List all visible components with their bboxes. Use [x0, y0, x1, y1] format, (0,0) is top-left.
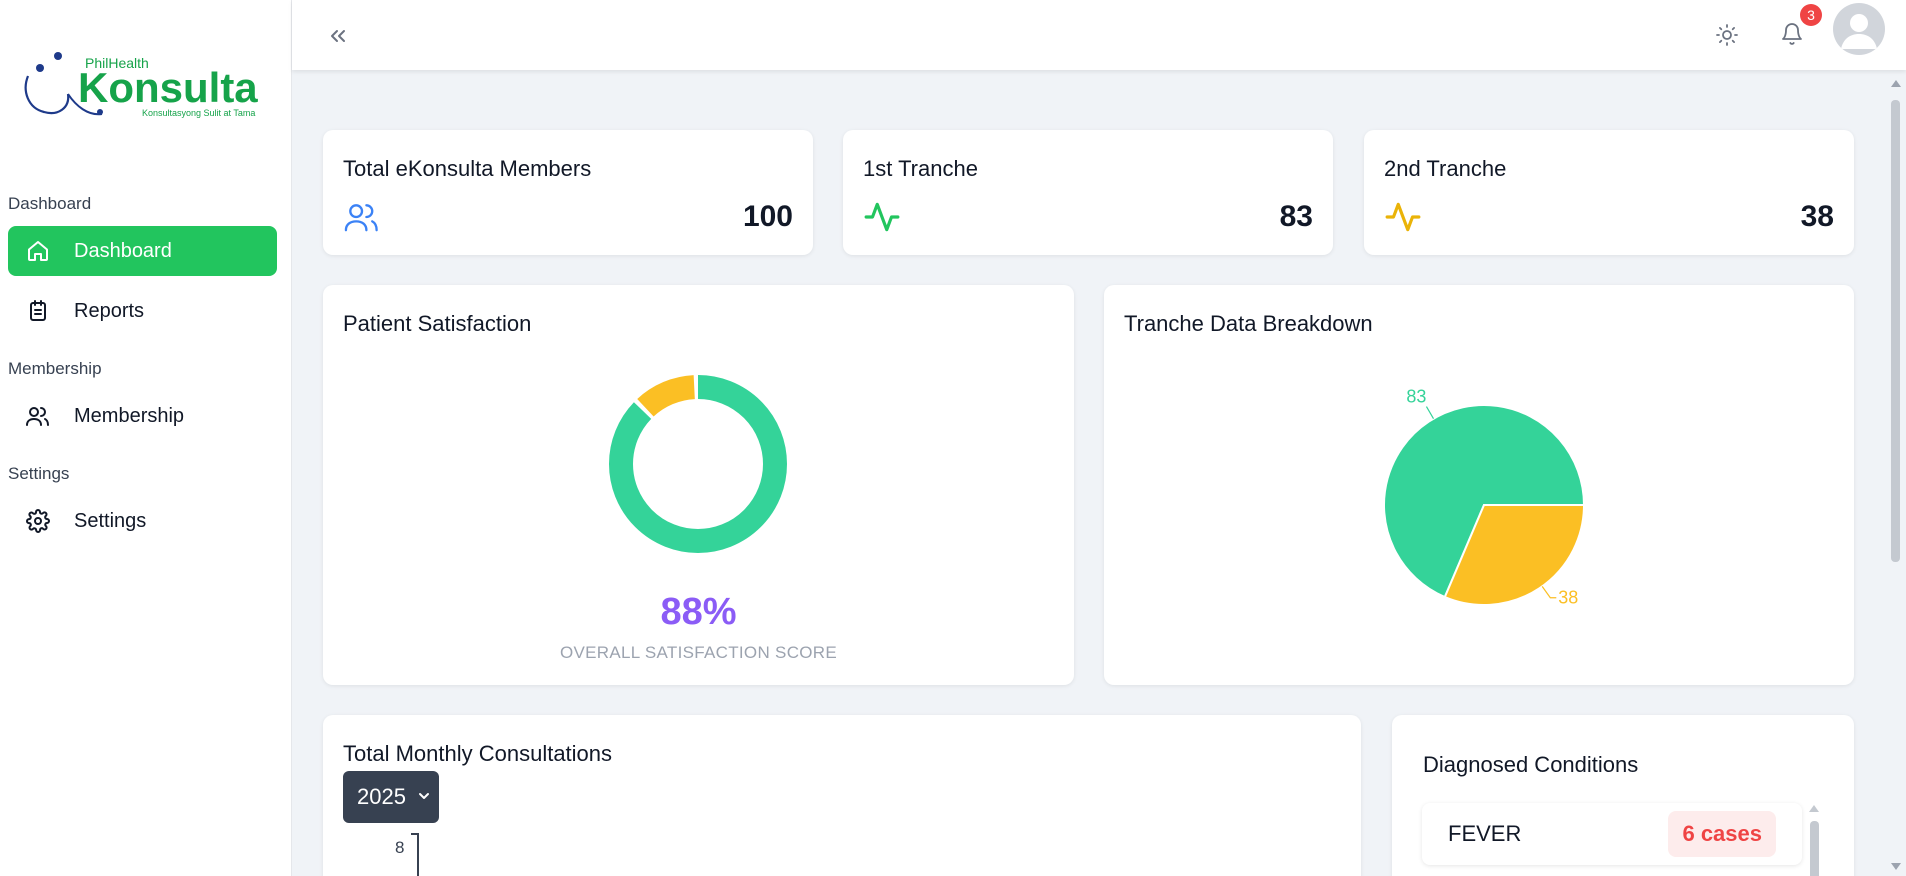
- tranche-breakdown-card: Tranche Data Breakdown 83 38: [1104, 285, 1854, 685]
- stat-title: Total eKonsulta Members: [343, 156, 592, 181]
- satisfaction-score-label: OVERALL SATISFACTION SCORE: [559, 643, 838, 662]
- card-title: Patient Satisfaction: [343, 311, 532, 336]
- sidebar-item-membership[interactable]: Membership: [8, 391, 277, 441]
- activity-icon: [1385, 202, 1421, 232]
- donut-slice-satisfied: [609, 375, 787, 553]
- stat-value: 38: [1800, 200, 1834, 233]
- stat-card-2nd-tranche: 2nd Tranche 38: [1364, 130, 1854, 255]
- logo-tagline-text: Konsultasyong Sulit at Tama: [142, 108, 255, 118]
- pie-data-label: 83: [1406, 387, 1426, 407]
- section-label-dashboard: Dashboard: [8, 194, 92, 213]
- sidebar-item-reports[interactable]: Reports: [8, 286, 277, 336]
- y-axis-tick-mark: [411, 833, 419, 835]
- pie-label-leader: [1425, 406, 1435, 419]
- conditions-scrollbar[interactable]: [1808, 803, 1820, 876]
- condition-item[interactable]: FEVER 6 cases: [1422, 803, 1802, 865]
- collapse-sidebar-button[interactable]: [322, 20, 354, 52]
- top-bar: 3: [292, 0, 1906, 70]
- condition-cases-badge: 6 cases: [1668, 811, 1776, 857]
- logo-graphic: PhilHealth Konsulta Konsultasyong Sulit …: [24, 52, 258, 118]
- user-avatar[interactable]: [1833, 3, 1885, 55]
- philhealth-konsulta-logo: PhilHealth Konsulta Konsultasyong Sulit …: [18, 46, 268, 126]
- logo-name-text: Konsulta: [78, 64, 258, 111]
- sidebar-item-label: Membership: [74, 404, 185, 427]
- section-label-membership: Membership: [8, 359, 102, 378]
- tranche-pie-chart: 83 38: [1383, 387, 1586, 608]
- double-chevron-left-icon: [331, 30, 345, 42]
- sidebar-item-settings[interactable]: Settings: [8, 496, 277, 546]
- scroll-up-arrow-icon: [1809, 805, 1819, 812]
- theme-toggle-button[interactable]: [1710, 18, 1744, 52]
- y-axis-line: [417, 833, 419, 876]
- home-icon: [24, 237, 52, 265]
- monthly-consultations-card: Total Monthly Consultations 2025 8: [323, 715, 1361, 876]
- clipboard-icon: [24, 297, 52, 325]
- sun-icon: [1716, 24, 1738, 46]
- card-title: Diagnosed Conditions: [1423, 752, 1639, 777]
- gear-icon: [24, 507, 52, 535]
- year-select-value: 2025: [357, 784, 406, 809]
- satisfaction-donut-chart: [609, 375, 787, 553]
- condition-name: FEVER: [1448, 821, 1522, 846]
- stat-card-total-members: Total eKonsulta Members 100: [323, 130, 813, 255]
- sidebar-item-label: Reports: [74, 299, 145, 322]
- chevron-down-icon: [419, 793, 429, 799]
- sidebar-item-dashboard[interactable]: Dashboard: [8, 226, 277, 276]
- pie-label-leader: [1541, 585, 1557, 599]
- sidebar-item-label: Dashboard: [74, 239, 172, 262]
- section-label-settings: Settings: [8, 464, 70, 483]
- conditions-scrollbar-thumb[interactable]: [1810, 821, 1819, 876]
- users-icon: [24, 402, 52, 430]
- person-icon: [1841, 14, 1877, 49]
- y-axis-tick: 8: [395, 838, 405, 857]
- pie-data-label: 38: [1558, 588, 1578, 608]
- bell-icon: [1782, 23, 1802, 45]
- users-icon: [344, 204, 378, 232]
- patient-satisfaction-card: Patient Satisfaction 88% OVERALL SATISFA…: [323, 285, 1074, 685]
- card-title: Tranche Data Breakdown: [1124, 311, 1373, 336]
- diagnosed-conditions-card: Diagnosed Conditions FEVER 6 cases: [1392, 715, 1854, 876]
- sidebar: PhilHealth Konsulta Konsultasyong Sulit …: [0, 0, 292, 876]
- satisfaction-score: 88%: [660, 591, 737, 633]
- scroll-down-arrow-icon: [1891, 863, 1901, 870]
- stat-title: 2nd Tranche: [1384, 156, 1507, 181]
- stat-value: 83: [1279, 200, 1313, 233]
- activity-icon: [864, 202, 900, 232]
- notification-count-badge: 3: [1800, 4, 1822, 26]
- stat-value: 100: [742, 200, 793, 233]
- scroll-up-arrow-icon: [1891, 80, 1901, 87]
- card-title: Total Monthly Consultations: [343, 741, 613, 766]
- stat-card-1st-tranche: 1st Tranche 83: [843, 130, 1333, 255]
- page-scrollbar-thumb[interactable]: [1891, 100, 1900, 562]
- stat-title: 1st Tranche: [863, 156, 978, 181]
- sidebar-item-label: Settings: [74, 509, 147, 532]
- year-select[interactable]: 2025: [343, 771, 439, 823]
